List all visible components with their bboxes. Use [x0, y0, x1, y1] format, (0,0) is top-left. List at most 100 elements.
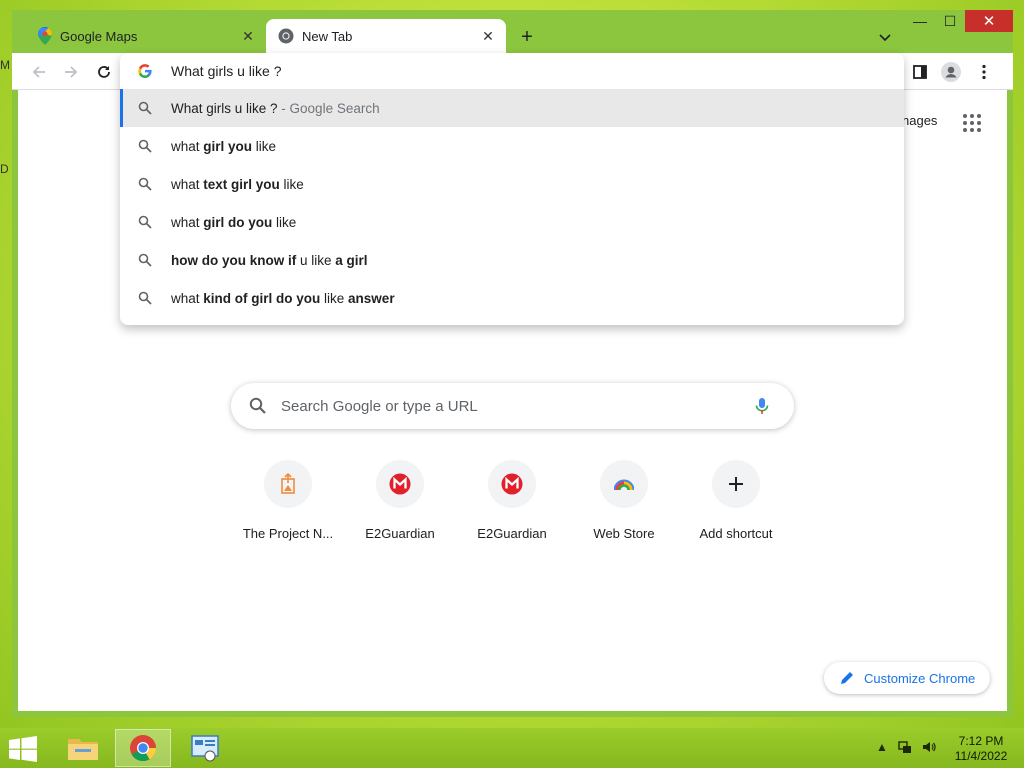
minimize-button[interactable]: —: [905, 10, 935, 32]
customize-chrome-button[interactable]: Customize Chrome: [824, 662, 990, 694]
suggestion-text-part: a girl: [335, 252, 368, 268]
search-placeholder: Search Google or type a URL: [281, 397, 478, 415]
back-button[interactable]: [26, 59, 52, 85]
system-tray: ▲: [876, 740, 936, 754]
close-tab-icon[interactable]: ✕: [480, 28, 496, 44]
suggestion-list: What girls u like ? - Google Search what …: [120, 89, 904, 317]
suggestion-text-part: girl do you: [203, 214, 273, 230]
window-controls: — ☐ ✕: [905, 10, 1013, 32]
windows-start-icon[interactable]: [8, 736, 38, 762]
taskbar-control-panel[interactable]: [177, 729, 233, 767]
web-store-icon: [614, 479, 634, 491]
google-g-icon: [138, 64, 152, 78]
shortcut-label: The Project N...: [242, 526, 334, 541]
file-explorer-icon: [68, 739, 98, 760]
side-panel-icon: [913, 65, 927, 79]
pencil-icon: [841, 672, 853, 684]
forward-button[interactable]: [58, 59, 84, 85]
control-panel-icon: [191, 735, 219, 762]
close-window-button[interactable]: ✕: [965, 10, 1013, 32]
images-link[interactable]: nages: [902, 113, 937, 128]
shortcut-label: Web Store: [593, 526, 655, 541]
search-icon: [138, 177, 152, 191]
search-icon: [138, 215, 152, 229]
volume-icon[interactable]: [922, 740, 936, 754]
omnibox-suggestion[interactable]: what kind of girl do you like answer: [120, 279, 904, 317]
suggestion-text: what girl you like: [171, 139, 276, 154]
project-icon: [281, 473, 295, 494]
customize-label: Customize Chrome: [864, 670, 976, 686]
suggestion-text-part: u like: [296, 252, 336, 268]
tab-google-maps[interactable]: Google Maps ✕: [26, 19, 266, 53]
network-icon[interactable]: [898, 740, 912, 754]
search-icon: [249, 397, 266, 414]
menu-button[interactable]: [971, 59, 997, 85]
suggestion-text-part: like: [252, 138, 277, 154]
suggestion-text-part: what: [171, 290, 204, 306]
shortcut-tile[interactable]: E2Guardian: [344, 460, 456, 541]
desktop-icon-label: M: [0, 58, 10, 72]
search-icon: [138, 291, 152, 305]
suggestion-text-part: how do you know if: [171, 252, 297, 268]
ntp-search-box[interactable]: Search Google or type a URL: [231, 383, 794, 429]
tab-strip: Google Maps ✕ New Tab ✕ + — ☐ ✕: [12, 10, 1013, 53]
suggestion-text: what girl do you like: [171, 215, 296, 230]
taskbar-file-explorer[interactable]: [55, 729, 111, 767]
search-icon: [138, 253, 152, 267]
shortcut-label: Add shortcut: [699, 526, 773, 541]
suggestion-text-part: girl you: [203, 138, 253, 154]
e2guardian-icon: [501, 473, 523, 495]
side-panel-button[interactable]: [907, 59, 933, 85]
back-arrow-icon: [32, 66, 45, 78]
new-tab-button[interactable]: +: [515, 26, 539, 50]
desktop-icon-label: D: [0, 162, 9, 176]
tab-new-tab[interactable]: New Tab ✕: [266, 19, 506, 53]
reload-icon: [98, 66, 110, 78]
taskbar: ▲ 7:12 PM 11/4/2022: [0, 728, 1024, 768]
chevron-up-icon[interactable]: ▲: [876, 740, 888, 754]
forward-arrow-icon: [65, 66, 78, 78]
shortcut-tile[interactable]: The Project N...: [232, 460, 344, 541]
e2guardian-icon: [389, 473, 411, 495]
suggestion-text-part: what: [171, 176, 204, 192]
suggestion-text-part: What girls u like ?: [171, 100, 278, 116]
omnibox-suggestion[interactable]: how do you know if u like a girl: [120, 241, 904, 279]
shortcut-label: E2Guardian: [365, 526, 435, 541]
omnibox-suggestion[interactable]: What girls u like ? - Google Search: [120, 89, 904, 127]
reload-button[interactable]: [91, 59, 117, 85]
suggestion-text-part: kind of girl do you: [203, 290, 321, 306]
close-tab-icon[interactable]: ✕: [240, 28, 256, 44]
suggestion-text: What girls u like ? - Google Search: [171, 101, 380, 116]
microphone-icon[interactable]: [752, 396, 772, 416]
omnibox-suggestion[interactable]: what text girl you like: [120, 165, 904, 203]
suggestion-text-part: - Google Search: [277, 100, 380, 116]
chevron-down-icon[interactable]: [876, 28, 894, 46]
suggestion-text: what text girl you like: [171, 177, 304, 192]
tab-title: New Tab: [302, 28, 353, 44]
shortcut-label: E2Guardian: [477, 526, 547, 541]
suggestion-text-part: what: [171, 138, 204, 154]
apps-grid-icon[interactable]: [962, 113, 982, 133]
suggestion-text-part: like: [272, 214, 297, 230]
maximize-button[interactable]: ☐: [935, 10, 965, 32]
shortcut-tile[interactable]: Web Store: [568, 460, 680, 541]
suggestion-text: what kind of girl do you like answer: [171, 291, 395, 306]
add-shortcut-button[interactable]: Add shortcut: [680, 460, 792, 541]
more-vert-icon: [982, 64, 986, 80]
suggestion-text: how do you know if u like a girl: [171, 253, 368, 268]
omnibox-input[interactable]: What girls u like ?: [120, 53, 904, 89]
omnibox-suggestion[interactable]: what girl you like: [120, 127, 904, 165]
chrome-icon: [278, 28, 294, 44]
suggestion-text-part: text girl you: [203, 176, 280, 192]
shortcut-tile[interactable]: E2Guardian: [456, 460, 568, 541]
omnibox-query: What girls u like ?: [171, 63, 282, 79]
profile-button[interactable]: [938, 59, 964, 85]
suggestion-text-part: what: [171, 214, 204, 230]
taskbar-chrome[interactable]: [115, 729, 171, 767]
tab-title: Google Maps: [60, 28, 138, 44]
clock-date: 11/4/2022: [954, 749, 1008, 763]
search-icon: [138, 139, 152, 153]
suggestion-text-part: like: [279, 176, 304, 192]
clock[interactable]: 7:12 PM 11/4/2022: [948, 734, 1014, 764]
omnibox-suggestion[interactable]: what girl do you like: [120, 203, 904, 241]
